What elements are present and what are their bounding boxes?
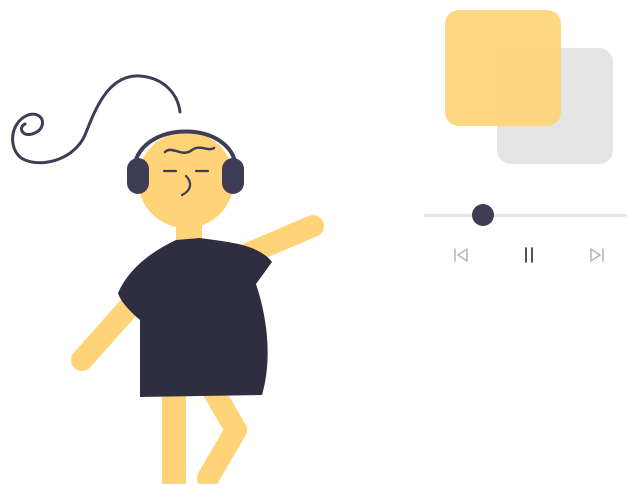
pause-button[interactable]: [514, 240, 544, 270]
album-art: [445, 10, 615, 168]
progress-knob[interactable]: [471, 204, 494, 226]
album-art-front-square: [445, 10, 561, 126]
music-player-scene: [0, 0, 627, 484]
playback-controls: [440, 240, 620, 270]
headphone-cup-right: [222, 158, 244, 194]
right-leg: [197, 381, 247, 484]
head: [138, 132, 234, 228]
headphone-cup-left: [127, 158, 149, 194]
next-track-button[interactable]: [582, 240, 612, 270]
dark-shirt: [118, 238, 272, 397]
previous-track-button[interactable]: [446, 240, 476, 270]
pause-icon: [525, 247, 533, 263]
skip-previous-icon: [454, 248, 468, 262]
skip-next-icon: [590, 248, 604, 262]
playback-progress-slider[interactable]: [424, 204, 627, 226]
left-leg: [162, 385, 186, 484]
